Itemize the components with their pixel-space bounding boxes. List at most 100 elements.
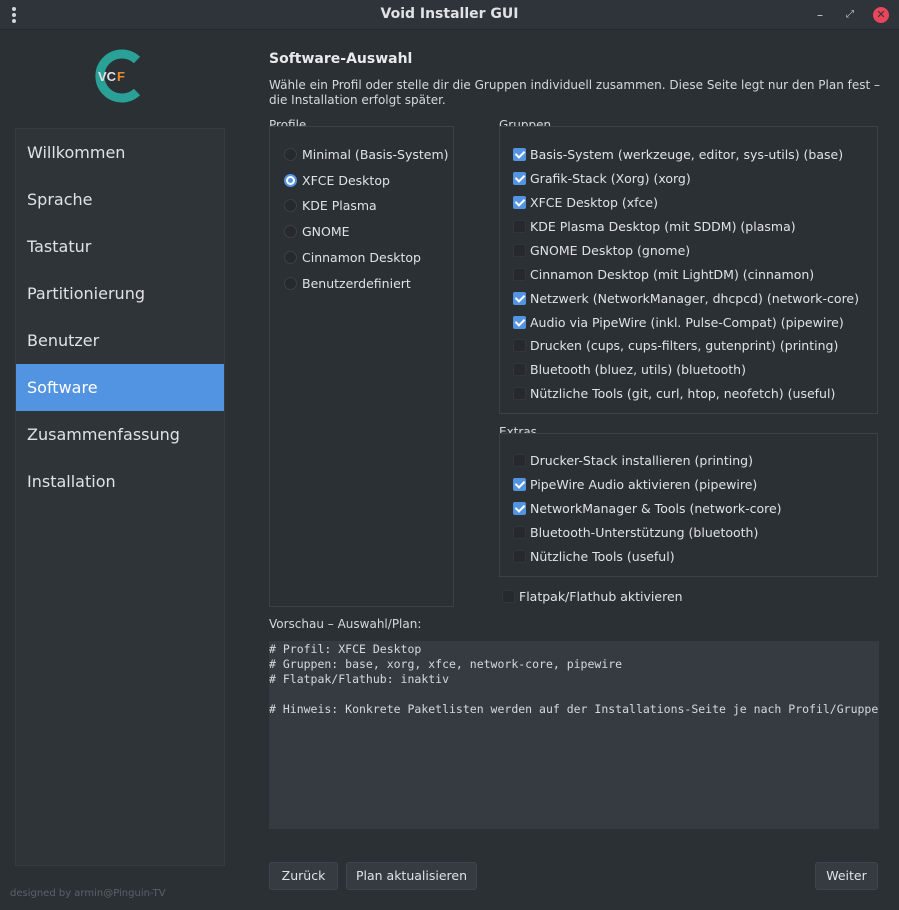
sidebar-nav: Willkommen Sprache Tastatur Partitionier… [15,128,225,866]
group-xorg[interactable]: Grafik-Stack (Xorg) (xorg) [513,168,691,188]
extras-frame: Drucker-Stack installieren (printing) Pi… [499,433,878,577]
preview-text-area[interactable]: # Profil: XFCE Desktop # Gruppen: base, … [269,641,879,829]
sidebar-item-tastatur[interactable]: Tastatur [16,223,224,270]
group-cinnamon[interactable]: Cinnamon Desktop (mit LightDM) (cinnamon… [513,264,814,284]
extra-label-text: NetworkManager & Tools (network-core) [530,500,782,516]
preview-line: # Profil: XFCE Desktop [269,642,422,656]
preview-line: # Hinweis: Konkrete Paketlisten werden a… [269,702,879,716]
next-button[interactable]: Weiter [815,862,878,890]
extra-network-core[interactable]: NetworkManager & Tools (network-core) [513,498,782,518]
sidebar-item-partitionierung[interactable]: Partitionierung [16,270,224,317]
profile-option-label: Cinnamon Desktop [302,249,421,265]
group-base[interactable]: Basis-System (werkzeuge, editor, sys-uti… [513,144,843,164]
extra-label-text: PipeWire Audio aktivieren (pipewire) [530,476,758,492]
radio-button[interactable] [284,276,297,290]
window-title: Void Installer GUI [380,6,519,22]
group-label-text: Bluetooth (bluez, utils) (bluetooth) [530,361,746,377]
checkbox-checked[interactable] [513,501,526,515]
group-label-text: Drucken (cups, cups-filters, gutenprint)… [530,337,839,353]
flatpak-toggle[interactable]: Flatpak/Flathub aktivieren [502,586,683,606]
radio-button[interactable] [284,224,297,238]
profiles-frame: Minimal (Basis-System) XFCE Desktop KDE … [269,126,454,607]
sidebar-item-zusammenfassung[interactable]: Zusammenfassung [16,411,224,458]
checkbox[interactable] [513,549,526,563]
groups-frame: Basis-System (werkzeuge, editor, sys-uti… [499,126,878,414]
checkbox-checked[interactable] [513,171,526,185]
group-label-text: XFCE Desktop (xfce) [530,194,658,210]
radio-button-selected[interactable] [284,173,297,187]
back-button[interactable]: Zurück [269,862,338,890]
profile-option-label: KDE Plasma [302,197,377,213]
group-bluetooth[interactable]: Bluetooth (bluez, utils) (bluetooth) [513,359,746,379]
preview-line [269,687,879,702]
group-label-text: KDE Plasma Desktop (mit SDDM) (plasma) [530,218,796,234]
checkbox[interactable] [513,219,526,233]
credit-text: designed by armin@Pinguin-TV [10,888,166,899]
radio-button[interactable] [284,147,297,161]
profile-option-minimal[interactable]: Minimal (Basis-System) [284,144,449,164]
group-label-text: Cinnamon Desktop (mit LightDM) (cinnamon… [530,266,815,282]
group-useful[interactable]: Nützliche Tools (git, curl, htop, neofet… [513,383,835,403]
profile-option-kde[interactable]: KDE Plasma [284,195,377,215]
sidebar-item-benutzer[interactable]: Benutzer [16,317,224,364]
checkbox[interactable] [513,338,526,352]
group-label-text: Audio via PipeWire (inkl. Pulse-Compat) … [530,314,844,330]
checkbox-checked[interactable] [513,315,526,329]
extra-useful[interactable]: Nützliche Tools (useful) [513,546,675,566]
preview-line: # Gruppen: base, xorg, xfce, network-cor… [269,657,623,671]
checkbox-checked[interactable] [513,477,526,491]
group-xfce[interactable]: XFCE Desktop (xfce) [513,192,658,212]
sidebar-item-installation[interactable]: Installation [16,458,224,505]
checkbox[interactable] [502,589,515,603]
group-printing[interactable]: Drucken (cups, cups-filters, gutenprint)… [513,335,838,355]
group-pipewire[interactable]: Audio via PipeWire (inkl. Pulse-Compat) … [513,312,844,332]
logo-text-right: F [117,69,125,84]
radio-button[interactable] [284,250,297,264]
profile-option-label: GNOME [302,223,350,239]
sidebar-item-software[interactable]: Software [16,364,224,411]
checkbox-checked[interactable] [513,291,526,305]
page-title: Software-Auswahl [269,51,413,67]
update-plan-button[interactable]: Plan aktualisieren [346,862,477,890]
minimize-icon[interactable]: – [812,7,828,23]
extra-pipewire[interactable]: PipeWire Audio aktivieren (pipewire) [513,474,757,494]
profile-option-label: Minimal (Basis-System) [302,146,449,162]
extra-bluetooth[interactable]: Bluetooth-Unterstützung (bluetooth) [513,522,758,542]
profile-option-label: Benutzerdefiniert [302,275,411,291]
group-plasma[interactable]: KDE Plasma Desktop (mit SDDM) (plasma) [513,216,796,236]
group-label-text: Grafik-Stack (Xorg) (xorg) [530,170,691,186]
extra-label-text: Drucker-Stack installieren (printing) [530,452,753,468]
preview-label: Vorschau – Auswahl/Plan: [269,617,422,631]
close-icon[interactable]: ✕ [873,7,889,23]
app-logo: VC F [93,48,143,104]
checkbox[interactable] [513,243,526,257]
group-label-text: Netzwerk (NetworkManager, dhcpcd) (netwo… [530,290,859,306]
group-network-core[interactable]: Netzwerk (NetworkManager, dhcpcd) (netwo… [513,288,859,308]
logo-text-left: VC [98,69,117,84]
extra-printing[interactable]: Drucker-Stack installieren (printing) [513,450,753,470]
profile-option-custom[interactable]: Benutzerdefiniert [284,273,411,293]
checkbox[interactable] [513,267,526,281]
checkbox[interactable] [513,453,526,467]
profile-option-cinnamon[interactable]: Cinnamon Desktop [284,247,421,267]
title-bar: Void Installer GUI – ⤢ ✕ [0,0,899,30]
profile-option-xfce[interactable]: XFCE Desktop [284,170,390,190]
page-description: Wähle ein Profil oder stelle dir die Gru… [269,78,881,107]
checkbox[interactable] [513,525,526,539]
profile-option-gnome[interactable]: GNOME [284,221,350,241]
checkbox-checked[interactable] [513,147,526,161]
group-label-text: Nützliche Tools (git, curl, htop, neofet… [530,385,836,401]
group-gnome[interactable]: GNOME Desktop (gnome) [513,240,690,260]
checkbox[interactable] [513,386,526,400]
checkbox-checked[interactable] [513,195,526,209]
sidebar-item-sprache[interactable]: Sprache [16,176,224,223]
sidebar-item-willkommen[interactable]: Willkommen [16,129,224,176]
profile-option-label: XFCE Desktop [302,172,390,188]
maximize-icon[interactable]: ⤢ [842,7,858,23]
group-label-text: GNOME Desktop (gnome) [530,242,691,258]
flatpak-label: Flatpak/Flathub aktivieren [519,588,683,604]
radio-button[interactable] [284,198,297,212]
checkbox[interactable] [513,362,526,376]
group-label-text: Basis-System (werkzeuge, editor, sys-uti… [530,146,844,162]
extra-label-text: Nützliche Tools (useful) [530,548,675,564]
